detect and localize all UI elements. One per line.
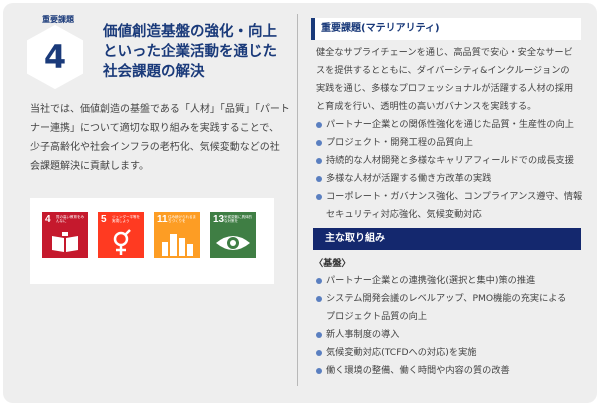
list-item-continuation: プロジェクト品質の向上 — [326, 311, 428, 322]
bullet-icon — [316, 368, 322, 374]
materiality-intro-line: 実践を通じ、多様なプロフェッショナルが活躍する人材の採用 — [316, 83, 574, 94]
title-line: といった企業活動を通じた — [103, 44, 277, 60]
list-item: 気候変動対応(TCFDへの対応)を実施 — [316, 344, 588, 362]
sdg-goal-13: 13 気候変動に具体的な対策を — [210, 212, 256, 258]
materiality-intro-line: 健全なサプライチェーンを通じ、高品質で安心・安全なサービ — [316, 47, 573, 58]
intro-line: 会課題解決に貢献します。 — [30, 161, 149, 172]
title-line: 価値創造基盤の強化・向上 — [103, 24, 277, 40]
sdg-goal-11: 11 住み続けられるまちづくりを — [154, 212, 200, 258]
bullet-icon — [316, 176, 322, 182]
sdg-icons-panel: 4 質の高い教育をみんなに 5 ジェンダー平等を実現しよう 11 住み続けられる… — [30, 198, 274, 284]
book-icon — [52, 232, 78, 252]
list-item: システム開発会議のレベルアップ、PMO機能の充実による — [316, 290, 588, 308]
sdg-number: 11 — [157, 214, 168, 225]
list-item: コーポレート・ガバナンス強化、コンプライアンス遵守、情報 — [316, 188, 588, 206]
gender-icon — [113, 229, 131, 255]
bullet-icon — [316, 140, 322, 146]
city-icon — [162, 234, 193, 256]
list-item: 働く環境の整備、働く時間や内容の質の改善 — [316, 362, 588, 380]
bullet-icon — [316, 332, 322, 338]
initiatives-heading: 主な取り組み — [313, 228, 581, 250]
sdg-text: 気候変動に具体的な対策を — [224, 215, 252, 223]
sdg-goal-5: 5 ジェンダー平等を実現しよう — [98, 212, 144, 258]
section-number: 4 — [43, 38, 67, 76]
list-item: プロジェクト・開発工程の品質向上 — [316, 134, 588, 152]
intro-line: 少子高齢化や社会インフラの老朽化、気候変動などの社 — [30, 142, 280, 153]
bullet-icon — [316, 194, 322, 200]
bullet-icon — [316, 296, 322, 302]
initiatives-subheading: 〈基盤〉 — [314, 258, 351, 269]
sdg-text: 住み続けられるまちづくりを — [168, 215, 196, 223]
list-item-continuation: セキュリティ対応強化、気候変動対応 — [326, 209, 482, 220]
bullet-icon — [316, 122, 322, 128]
intro-text: 当社では、価値創造の基盤である「人材」「品質」「パート ナー連携」について適切な… — [30, 100, 290, 176]
sdg-text: ジェンダー平等を実現しよう — [112, 215, 140, 223]
eye-globe-icon — [216, 236, 250, 250]
materiality-list: パートナー企業との関係性強化を通じた品質・生産性の向上 プロジェクト・開発工程の… — [316, 116, 588, 224]
list-item: 持続的な人材開発と多様なキャリアフィールドでの成長支援 — [316, 152, 588, 170]
sdg-number: 4 — [45, 214, 51, 225]
materiality-intro-line: スを提供するとともに、ダイバーシティ&インクルージョンの — [316, 65, 570, 76]
section-number-badge: 4 — [26, 24, 84, 90]
list-item: 新人事制度の導入 — [316, 326, 588, 344]
intro-line: 当社では、価値創造の基盤である「人材」「品質」「パート — [30, 104, 290, 115]
bullet-icon — [316, 278, 322, 284]
page-title: 価値創造基盤の強化・向上 といった企業活動を通じた 社会課題の解決 — [103, 22, 283, 82]
materiality-heading: 重要課題(マテリアリティ) — [311, 18, 581, 40]
column-divider — [297, 14, 298, 386]
bullet-icon — [316, 350, 322, 356]
intro-line: ナー連携」について適切な取り組みを実践することで、 — [30, 123, 279, 134]
list-item: パートナー企業との連携強化(選択と集中)策の推進 — [316, 272, 588, 290]
sdg-number: 5 — [101, 214, 107, 225]
materiality-intro: 健全なサプライチェーンを通じ、高品質で安心・安全なサービ スを提供するとともに、… — [316, 44, 586, 116]
sdg-number: 13 — [213, 214, 225, 225]
sdg-goal-4: 4 質の高い教育をみんなに — [42, 212, 88, 258]
initiatives-list: パートナー企業との連携強化(選択と集中)策の推進 システム開発会議のレベルアップ… — [316, 272, 588, 380]
materiality-intro-line: と育成を行い、透明性の高いガバナンスを実践する。 — [316, 101, 537, 112]
list-item: 多様な人材が活躍する働き方改革の実践 — [316, 170, 588, 188]
list-item: パートナー企業との関係性強化を通じた品質・生産性の向上 — [316, 116, 588, 134]
sdg-text: 質の高い教育をみんなに — [56, 215, 84, 223]
bullet-icon — [316, 158, 322, 164]
title-line: 社会課題の解決 — [103, 64, 205, 80]
